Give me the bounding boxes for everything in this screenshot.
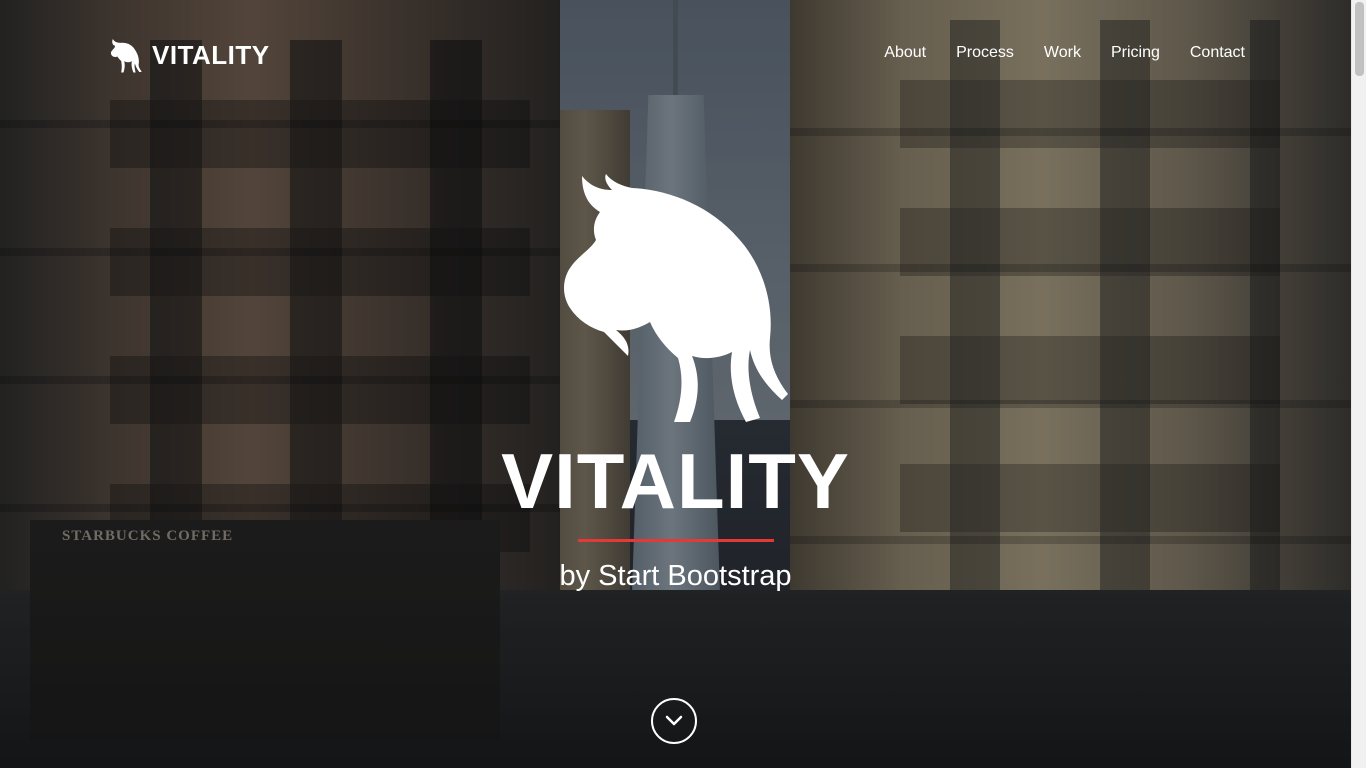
chevron-down-icon [665, 715, 683, 726]
scroll-down-button[interactable] [651, 698, 697, 744]
hero-section: STARBUCKS COFFEE VITALITY About Process … [0, 0, 1351, 768]
nav-link-about[interactable]: About [884, 44, 926, 61]
hero-title: VITALITY [501, 437, 850, 525]
scrollbar-thumb[interactable] [1355, 2, 1364, 76]
nav-menu: About Process Work Pricing Contact [884, 44, 1245, 62]
navbar: VITALITY About Process Work Pricing Cont… [0, 0, 1351, 110]
nav-item-work: Work [1044, 44, 1081, 62]
page-scrollbar[interactable] [1351, 0, 1366, 768]
nav-link-pricing[interactable]: Pricing [1111, 44, 1160, 61]
bull-icon [110, 39, 142, 73]
nav-item-pricing: Pricing [1111, 44, 1160, 62]
brand-link[interactable]: VITALITY [106, 36, 270, 74]
nav-link-process[interactable]: Process [956, 44, 1014, 61]
brand-name: VITALITY [152, 39, 270, 70]
nav-item-process: Process [956, 44, 1014, 62]
nav-item-about: About [884, 44, 926, 62]
nav-link-work[interactable]: Work [1044, 44, 1081, 61]
nav-link-contact[interactable]: Contact [1190, 44, 1245, 61]
nav-item-contact: Contact [1190, 44, 1245, 62]
hero-subtitle: by Start Bootstrap [559, 560, 792, 592]
bull-icon [564, 174, 788, 422]
hero-divider [578, 539, 774, 542]
